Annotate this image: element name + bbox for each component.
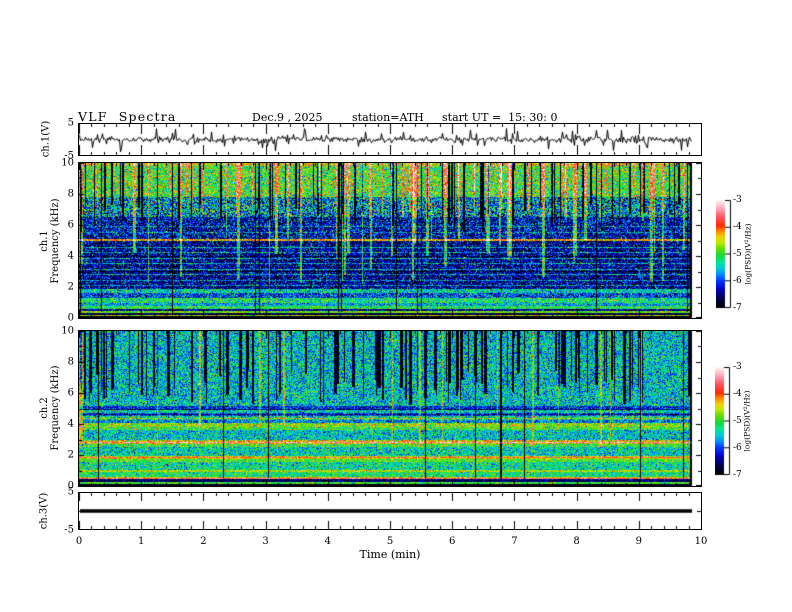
- y-tick-label: 8: [67, 188, 74, 200]
- x-tick-label: 0: [75, 536, 83, 547]
- y-tick-label: 10: [61, 325, 74, 337]
- plot-title: VLF Spectra: [78, 109, 177, 124]
- x-axis-title: Time (min): [359, 548, 421, 561]
- colorbar-tick-label: -5: [733, 416, 742, 426]
- colorbar-ch1-title: log(PSD)(V²/Hz): [743, 223, 753, 285]
- ch2-spectrogram-canvas: [79, 331, 701, 486]
- colorbar-tick-label: -5: [733, 249, 742, 259]
- colorbar-tick-label: -3: [733, 362, 742, 372]
- y-tick-label: 4: [67, 418, 74, 430]
- y-tick-label: 0: [67, 312, 74, 324]
- y-tick-label: 8: [67, 356, 74, 368]
- ch1-waveform-canvas: [79, 124, 701, 155]
- ch2-spectrogram-frequency-label: Frequency (kHz): [50, 365, 61, 451]
- y-tick-label: 6: [67, 387, 74, 399]
- colorbar-tick-label: -4: [733, 389, 742, 399]
- x-tick-label: 7: [511, 536, 518, 547]
- ch1-spectrogram-panel: [78, 162, 702, 319]
- ch3-waveform-canvas: [79, 493, 701, 529]
- x-tick-label: 2: [200, 536, 207, 547]
- x-tick-label: 10: [694, 536, 708, 547]
- ch1-spectrogram-canvas: [79, 163, 701, 318]
- ch1-waveform-panel: [78, 123, 702, 156]
- colorbar-tick-label: -6: [733, 276, 742, 286]
- y-tick-label: 4: [67, 250, 74, 262]
- y-tick-label: 2: [67, 281, 74, 293]
- colorbar-tick-label: -6: [733, 443, 742, 453]
- x-tick-label: 4: [324, 536, 331, 547]
- x-tick-label: 1: [138, 536, 145, 547]
- colorbar-tick-label: -3: [733, 195, 742, 205]
- x-tick-label: 6: [449, 536, 456, 547]
- colorbar-tick-label: -7: [733, 303, 742, 313]
- x-tick-label: 3: [262, 536, 269, 547]
- ch1-spectrogram-y-axis-label: ch.1 Frequency (kHz): [39, 198, 61, 283]
- x-tick-label: 5: [386, 536, 394, 547]
- y-tick-label: 6: [67, 219, 74, 231]
- ch1-spectrogram-frequency-label: Frequency (kHz): [50, 198, 61, 284]
- x-tick-label: 8: [573, 536, 580, 547]
- ch1-spectrogram-channel-label: ch.1: [39, 230, 50, 252]
- colorbar-tick-label: -7: [733, 470, 742, 480]
- ch2-spectrogram-y-axis-label: ch.2 Frequency (kHz): [39, 365, 61, 450]
- y-tick-label: -5: [64, 524, 74, 536]
- colorbar-tick-label: -4: [733, 222, 742, 232]
- ch2-spectrogram-panel: [78, 330, 702, 487]
- y-tick-label: 5: [67, 117, 74, 129]
- y-tick-label: 0: [67, 480, 74, 492]
- y-tick-label: 2: [67, 449, 74, 461]
- vlf-spectra-figure: VLF Spectra Dec.9 , 2025 station=ATH sta…: [0, 0, 792, 612]
- y-tick-label: 10: [61, 157, 74, 169]
- x-tick-label: 9: [635, 536, 642, 547]
- ch2-spectrogram-channel-label: ch.2: [39, 397, 50, 419]
- ch3-waveform-panel: [78, 492, 702, 530]
- colorbar-ch2-title: log(PSD)(V²/Hz): [742, 390, 752, 452]
